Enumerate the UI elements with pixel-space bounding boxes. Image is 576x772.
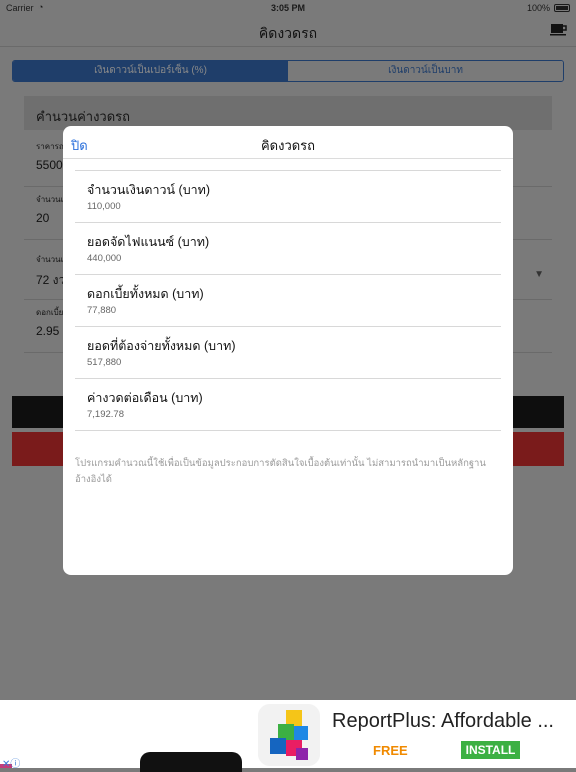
field-value[interactable]: 5500	[36, 158, 63, 172]
status-time: 3:05 PM	[270, 3, 305, 13]
result-value: 517,880	[87, 357, 122, 368]
result-value: 110,000	[87, 201, 121, 212]
segment-baht[interactable]: เงินดาวน์เป็นบาท	[288, 61, 563, 81]
field-label: ดอกเบี้ย	[36, 308, 64, 317]
result-value: 440,000	[87, 253, 122, 264]
disclaimer-text: โปรแกรมคำนวณนี้ใช้เพื่อเป็นข้อมูลประกอบก…	[75, 458, 486, 485]
field-value[interactable]: 72 งว	[36, 271, 65, 290]
status-bar: Carrier ◔ 3:05 PM 100%	[0, 0, 576, 18]
result-label: จำนวนเงินดาวน์ (บาท)	[87, 183, 211, 197]
field-label: จำนวนเ	[36, 195, 64, 204]
result-list: จำนวนเงินดาวน์ (บาท) 110,000 ยอดจัดไฟแนน…	[75, 170, 501, 431]
ad-banner[interactable]: ✕ⓘ ReportPlus: Affordable ... FREE INSTA…	[0, 700, 576, 772]
modal-title: คิดงวดรถ	[260, 138, 316, 153]
result-label: ค่างวดต่อเดือน (บาท)	[87, 391, 203, 405]
result-item-total-interest: ดอกเบี้ยทั้งหมด (บาท) 77,880	[75, 275, 501, 327]
ad-title: ReportPlus: Affordable ...	[332, 710, 554, 732]
result-label: ยอดจัดไฟแนนซ์ (บาท)	[87, 235, 210, 249]
segment-percent[interactable]: เงินดาวน์เป็นเปอร์เซ็น (%)	[13, 61, 288, 81]
result-item-finance-amount: ยอดจัดไฟแนนซ์ (บาท) 440,000	[75, 223, 501, 275]
coffee-cup-icon[interactable]	[550, 22, 568, 36]
ad-install-button[interactable]: INSTALL	[461, 741, 520, 759]
field-label: ราคารถ	[36, 142, 64, 151]
form-section-header: คำนวนค่างวดรถ	[24, 96, 552, 130]
device-image	[140, 752, 242, 772]
result-item-down-payment: จำนวนเงินดาวน์ (บาท) 110,000	[75, 171, 501, 223]
form-section-title: คำนวนค่างวดรถ	[36, 109, 131, 124]
field-value[interactable]: 2.95	[36, 324, 59, 338]
reportplus-app-icon[interactable]	[258, 704, 320, 766]
chevron-down-icon[interactable]: ▼	[534, 269, 544, 280]
nav-bar: คิดงวดรถ	[0, 18, 576, 47]
nav-title: คิดงวดรถ	[258, 25, 318, 41]
result-label: ยอดที่ต้องจ่ายทั้งหมด (บาท)	[87, 339, 236, 353]
result-item-monthly-installment: ค่างวดต่อเดือน (บาท) 7,192.78	[75, 379, 501, 431]
result-modal: ปิด คิดงวดรถ จำนวนเงินดาวน์ (บาท) 110,00…	[63, 126, 513, 575]
ad-price-label: FREE	[373, 743, 408, 758]
field-value[interactable]: 20	[36, 211, 49, 225]
battery-icon	[554, 4, 570, 12]
result-item-total-payment: ยอดที่ต้องจ่ายทั้งหมด (บาท) 517,880	[75, 327, 501, 379]
result-value: 77,880	[87, 305, 117, 316]
modal-header: ปิด คิดงวดรถ	[63, 126, 513, 159]
battery-percent: 100%	[526, 3, 550, 13]
result-label: ดอกเบี้ยทั้งหมด (บาท)	[87, 287, 204, 301]
downpayment-mode-segmented: เงินดาวน์เป็นเปอร์เซ็น (%) เงินดาวน์เป็น…	[12, 60, 564, 82]
result-value: 7,192.78	[87, 409, 124, 420]
field-label: จำนวนเ	[36, 255, 64, 264]
